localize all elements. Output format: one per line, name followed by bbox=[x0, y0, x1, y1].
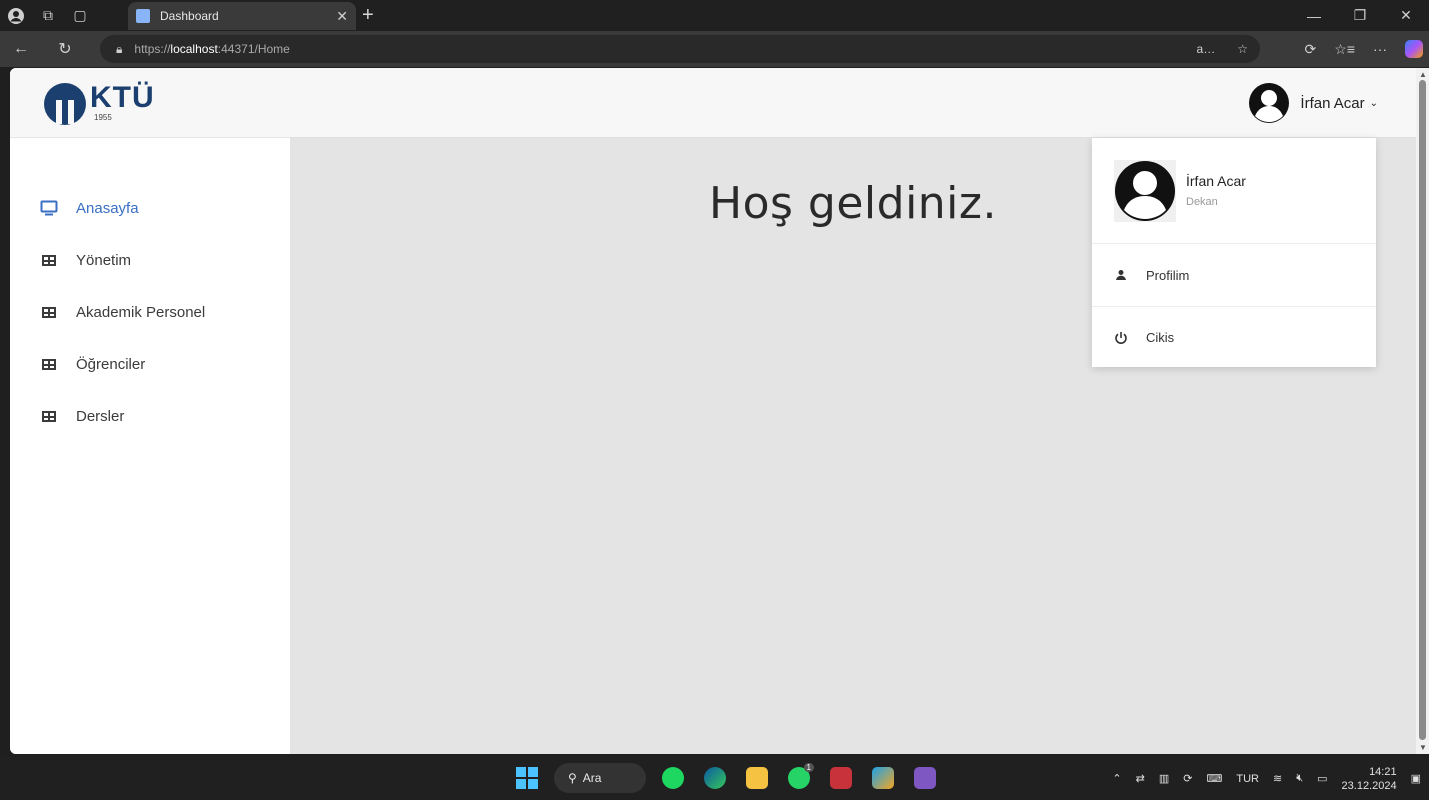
keyboard-icon[interactable]: ⌨ bbox=[1206, 772, 1222, 785]
more-icon[interactable]: ··· bbox=[1373, 41, 1387, 57]
close-window-icon[interactable]: ✕ bbox=[1383, 0, 1429, 31]
refresh-icon[interactable]: ↻ bbox=[50, 31, 80, 67]
dropdown-item-label: Profilim bbox=[1146, 267, 1190, 283]
window-controls: — ❐ ✕ bbox=[1291, 0, 1429, 31]
speaker-muted-icon[interactable]: 🔇︎ bbox=[1296, 772, 1303, 785]
sidebar-item-label: Akademik Personel bbox=[76, 303, 206, 321]
favorite-star-icon[interactable]: ☆ bbox=[1237, 42, 1248, 56]
logo-year: 1955 bbox=[94, 113, 112, 122]
user-name: İrfan Acar bbox=[1300, 94, 1365, 112]
avatar bbox=[1114, 159, 1176, 222]
restore-icon[interactable]: ❐ bbox=[1337, 0, 1383, 31]
dropdown-item-cikis[interactable]: Cikis bbox=[1092, 306, 1376, 368]
wifi-icon[interactable]: ≋ bbox=[1273, 772, 1282, 785]
table-icon bbox=[40, 409, 58, 423]
ktu-logo-icon bbox=[44, 82, 86, 125]
logo-area[interactable]: KTÜ 1955 bbox=[10, 68, 290, 138]
taskbar-apps: ⚲ Ara 1 bbox=[512, 763, 940, 793]
address-toolbar: ← ↻ 🔒︎ https://localhost:44371/Home a… ☆… bbox=[0, 31, 1429, 67]
sidebar-item-yonetim[interactable]: Yönetim bbox=[10, 234, 290, 286]
sidebar-item-ogrenciler[interactable]: Öğrenciler bbox=[10, 338, 290, 390]
sidebar-menu: Anasayfa Yönetim Akademik Personel Öğren… bbox=[10, 182, 290, 442]
search-label: Ara bbox=[582, 771, 602, 785]
table-icon bbox=[40, 305, 58, 319]
url-rest: :44371/Home bbox=[217, 42, 290, 56]
power-icon bbox=[1114, 331, 1128, 345]
clock-date: 23.12.2024 bbox=[1341, 779, 1397, 792]
tab-dashboard[interactable]: Dashboard ✕ bbox=[128, 2, 356, 30]
visual-studio-icon[interactable] bbox=[910, 763, 940, 793]
sidebar-item-akademik-personel[interactable]: Akademik Personel bbox=[10, 286, 290, 338]
system-tray: ⌃ ⇄ ▥ ⟳ ⌨ TUR ≋ 🔇︎ ▭ 14:21 23.12.2024 ▣ bbox=[1112, 757, 1421, 800]
logo-text: KTÜ bbox=[90, 81, 155, 114]
file-explorer-icon[interactable] bbox=[742, 763, 772, 793]
windows-logo-icon bbox=[516, 767, 538, 789]
scrollbar-thumb[interactable] bbox=[1419, 80, 1426, 740]
url-host: localhost bbox=[170, 42, 218, 56]
browser-toolbar-right: ⟳ ☆≡ ··· bbox=[1305, 35, 1423, 63]
back-icon[interactable]: ← bbox=[6, 31, 36, 67]
sidebar-item-dersler[interactable]: Dersler bbox=[10, 390, 290, 442]
sidebar: KTÜ 1955 Anasayfa Yönetim Akademik Perso… bbox=[10, 68, 290, 754]
tab-title: Dashboard bbox=[160, 9, 219, 23]
battery-icon[interactable]: ▭ bbox=[1317, 772, 1327, 785]
copilot-icon[interactable] bbox=[1405, 40, 1423, 58]
avatar bbox=[1249, 83, 1290, 123]
dropdown-user-card: İrfan Acar Dekan bbox=[1092, 138, 1376, 244]
dropdown-item-label: Cikis bbox=[1146, 330, 1175, 345]
page-favicon-icon bbox=[136, 9, 150, 23]
workspaces-icon[interactable]: ⧉ bbox=[32, 0, 64, 31]
snipping-tool-icon[interactable] bbox=[868, 763, 898, 793]
scroll-up-icon[interactable]: ▲ bbox=[1419, 70, 1427, 79]
sidebar-item-label: Anasayfa bbox=[76, 199, 139, 217]
sliders-icon[interactable]: ⇄ bbox=[1136, 772, 1145, 785]
edge-icon[interactable] bbox=[700, 763, 730, 793]
whatsapp-icon[interactable]: 1 bbox=[784, 763, 814, 793]
meet-icon[interactable]: ▥ bbox=[1159, 772, 1169, 785]
read-aloud-icon[interactable]: a… bbox=[1197, 42, 1216, 56]
page-scrollbar[interactable]: ▲ ▼ bbox=[1416, 68, 1429, 754]
top-header: İrfan Acar ⌄ bbox=[290, 68, 1416, 138]
windows-taskbar: ⚲ Ara 1 ⌃ ⇄ ▥ ⟳ ⌨ TUR ≋ 🔇︎ ▭ 14:21 23.12… bbox=[0, 757, 1429, 800]
profile-icon[interactable] bbox=[0, 0, 32, 31]
url-prefix: https:// bbox=[134, 42, 171, 56]
search-icon: ⚲ bbox=[568, 771, 577, 785]
language-indicator[interactable]: TUR bbox=[1236, 773, 1259, 785]
sidebar-item-label: Yönetim bbox=[76, 251, 132, 269]
notifications-icon[interactable]: ▣ bbox=[1411, 772, 1421, 785]
monitor-icon bbox=[40, 200, 58, 216]
table-icon bbox=[40, 357, 58, 371]
user-dropdown-menu: İrfan Acar Dekan Profilim Cikis bbox=[1092, 138, 1376, 367]
extensions-icon[interactable]: ⟳ bbox=[1305, 41, 1317, 58]
lock-icon[interactable]: 🔒︎ bbox=[116, 42, 122, 57]
toolbox-icon[interactable] bbox=[826, 763, 856, 793]
sidebar-item-label: Dersler bbox=[76, 407, 125, 425]
close-tab-icon[interactable]: ✕ bbox=[336, 8, 348, 25]
spotify-icon[interactable] bbox=[658, 763, 688, 793]
user-icon bbox=[1114, 269, 1128, 281]
dropdown-user-role: Dekan bbox=[1186, 196, 1218, 208]
table-icon bbox=[40, 253, 58, 267]
chevron-down-icon: ⌄ bbox=[1369, 97, 1378, 109]
dropdown-user-name: İrfan Acar bbox=[1186, 173, 1246, 189]
clock[interactable]: 14:21 23.12.2024 bbox=[1342, 765, 1397, 793]
address-bar[interactable]: 🔒︎ https://localhost:44371/Home a… ☆ bbox=[100, 35, 1260, 63]
dropdown-item-profilim[interactable]: Profilim bbox=[1092, 244, 1376, 306]
clock-time: 14:21 bbox=[1369, 765, 1397, 778]
chevron-up-icon[interactable]: ⌃ bbox=[1112, 772, 1121, 785]
browser-tab-strip: ⧉ ▢ Dashboard ✕ + — ❐ ✕ bbox=[0, 0, 1429, 31]
sidebar-item-anasayfa[interactable]: Anasayfa bbox=[10, 182, 290, 234]
minimize-icon[interactable]: — bbox=[1291, 0, 1337, 31]
start-button[interactable] bbox=[512, 763, 542, 793]
page-viewport: KTÜ 1955 Anasayfa Yönetim Akademik Perso… bbox=[10, 68, 1416, 754]
new-tab-icon[interactable]: + bbox=[362, 4, 374, 27]
tab-actions-icon[interactable]: ▢ bbox=[64, 0, 96, 31]
sidebar-item-label: Öğrenciler bbox=[76, 355, 146, 373]
notification-badge: 1 bbox=[803, 763, 814, 772]
scroll-down-icon[interactable]: ▼ bbox=[1419, 743, 1427, 752]
favorites-icon[interactable]: ☆≡ bbox=[1334, 41, 1355, 58]
sync-icon[interactable]: ⟳ bbox=[1183, 772, 1192, 785]
taskbar-search[interactable]: ⚲ Ara bbox=[554, 763, 646, 793]
user-menu-toggle[interactable]: İrfan Acar ⌄ bbox=[1248, 82, 1378, 124]
